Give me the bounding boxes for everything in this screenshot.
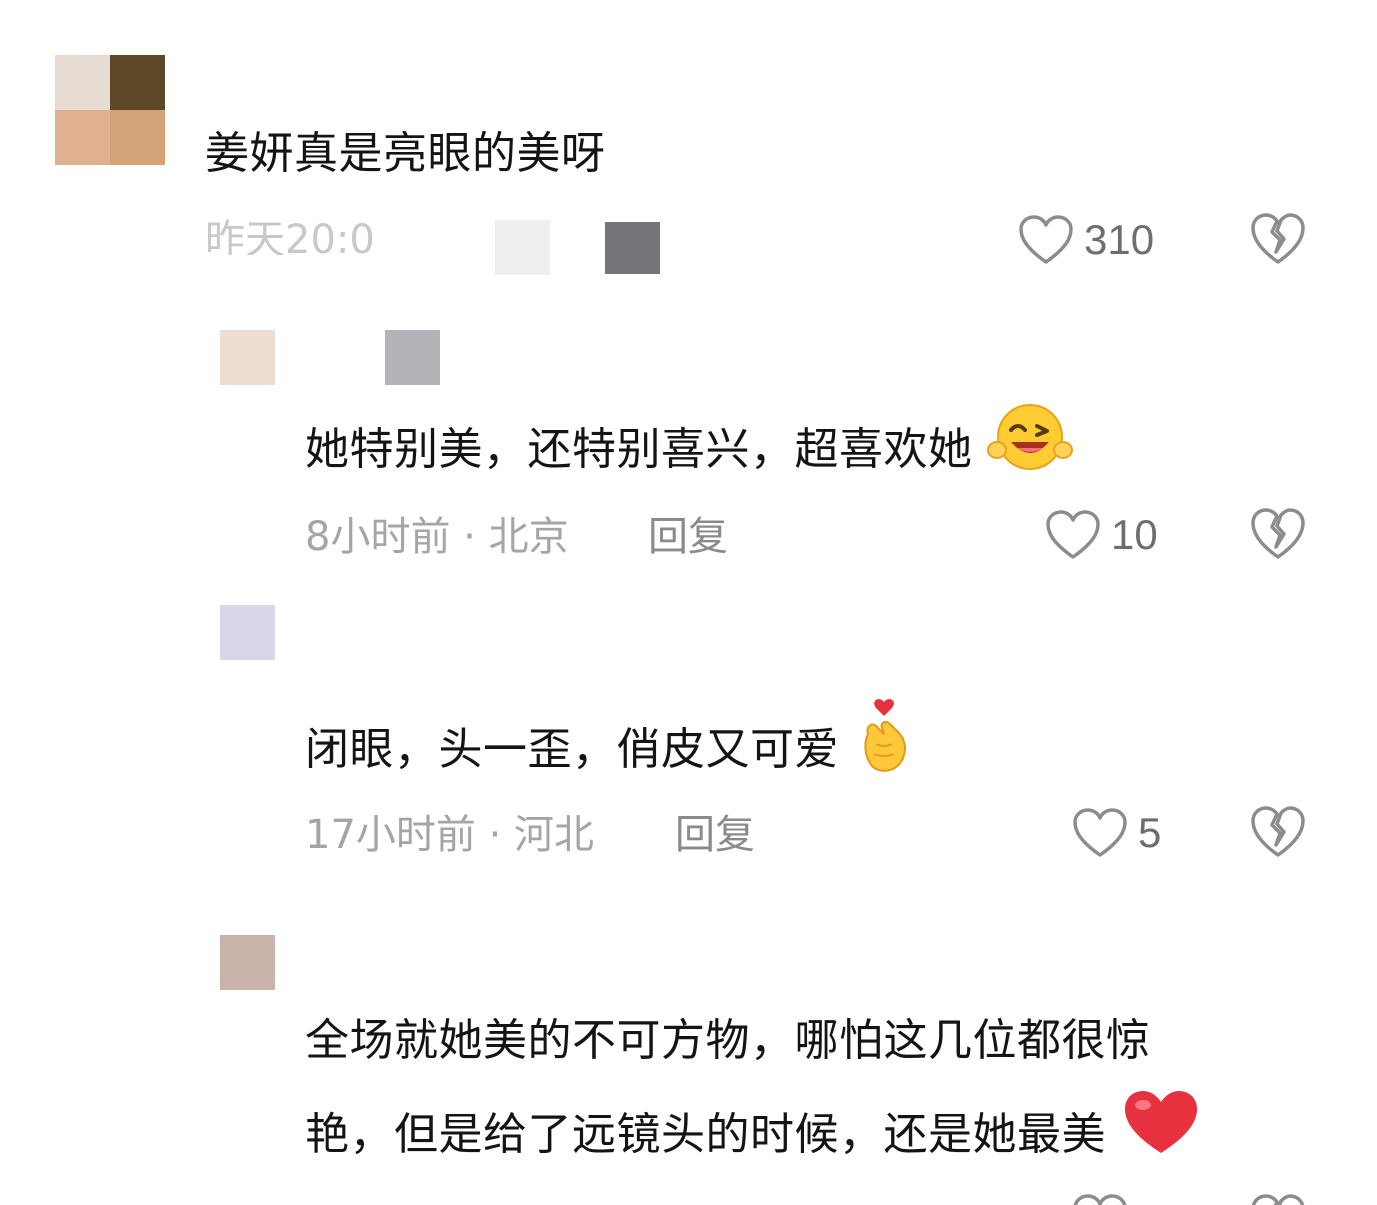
like-button[interactable]: 5 xyxy=(1072,803,1161,863)
comment-meta: 昨天20:0 xyxy=(205,217,375,255)
heart-outline-icon[interactable] xyxy=(1072,1193,1128,1205)
avatar[interactable] xyxy=(220,605,275,660)
like-button[interactable]: 10 xyxy=(1045,505,1158,565)
broken-heart-icon[interactable] xyxy=(1250,805,1306,859)
avatar[interactable] xyxy=(220,935,275,990)
laughing-wink-emoji xyxy=(987,402,1073,502)
avatar[interactable] xyxy=(220,330,275,385)
heart-outline-icon xyxy=(1045,509,1101,561)
comment-text[interactable]: 她特别美，还特别喜兴，超喜欢她 xyxy=(305,402,1073,502)
comment-text[interactable]: 全场就她美的不可方物，哪怕这几位都很惊 xyxy=(305,997,1151,1085)
broken-heart-icon[interactable] xyxy=(1250,1193,1306,1205)
avatar-pixel xyxy=(55,55,110,110)
finger-heart-emoji xyxy=(854,698,914,806)
avatar-pixel xyxy=(55,110,110,165)
avatar-pixel xyxy=(110,110,165,165)
redacted-block xyxy=(385,330,440,385)
comment-text-content: 艳，但是给了远镜头的时候，还是她最美 xyxy=(305,1109,1106,1160)
comment-text[interactable]: 姜妍真是亮眼的美呀 xyxy=(205,110,606,198)
red-heart-emoji xyxy=(1121,1087,1201,1187)
broken-heart-icon[interactable] xyxy=(1250,507,1306,561)
broken-heart-icon[interactable] xyxy=(1250,212,1306,266)
reply-button[interactable]: 回复 xyxy=(675,810,755,860)
like-count: 310 xyxy=(1084,216,1155,263)
like-count: 5 xyxy=(1138,809,1162,856)
comment-text[interactable]: 闭眼，头一歪，俏皮又可爱 xyxy=(305,698,914,806)
heart-outline-icon xyxy=(1018,214,1074,266)
like-button[interactable]: 310 xyxy=(1018,210,1154,270)
comment-meta: 17小时前 · 河北 xyxy=(305,812,595,858)
avatar[interactable] xyxy=(55,55,165,165)
comment-text-content: 闭眼，头一歪，俏皮又可爱 xyxy=(305,724,839,775)
redacted-block xyxy=(495,220,550,275)
comment-text-content: 她特别美，还特别喜兴，超喜欢她 xyxy=(305,424,973,475)
like-count: 10 xyxy=(1111,511,1158,558)
heart-outline-icon xyxy=(1072,807,1128,859)
reply-button[interactable]: 回复 xyxy=(648,512,728,562)
comment-meta: 8小时前 · 北京 xyxy=(305,514,569,560)
avatar-pixel xyxy=(110,55,165,110)
comment-text[interactable]: 艳，但是给了远镜头的时候，还是她最美 xyxy=(305,1087,1201,1187)
redacted-block xyxy=(605,222,660,274)
